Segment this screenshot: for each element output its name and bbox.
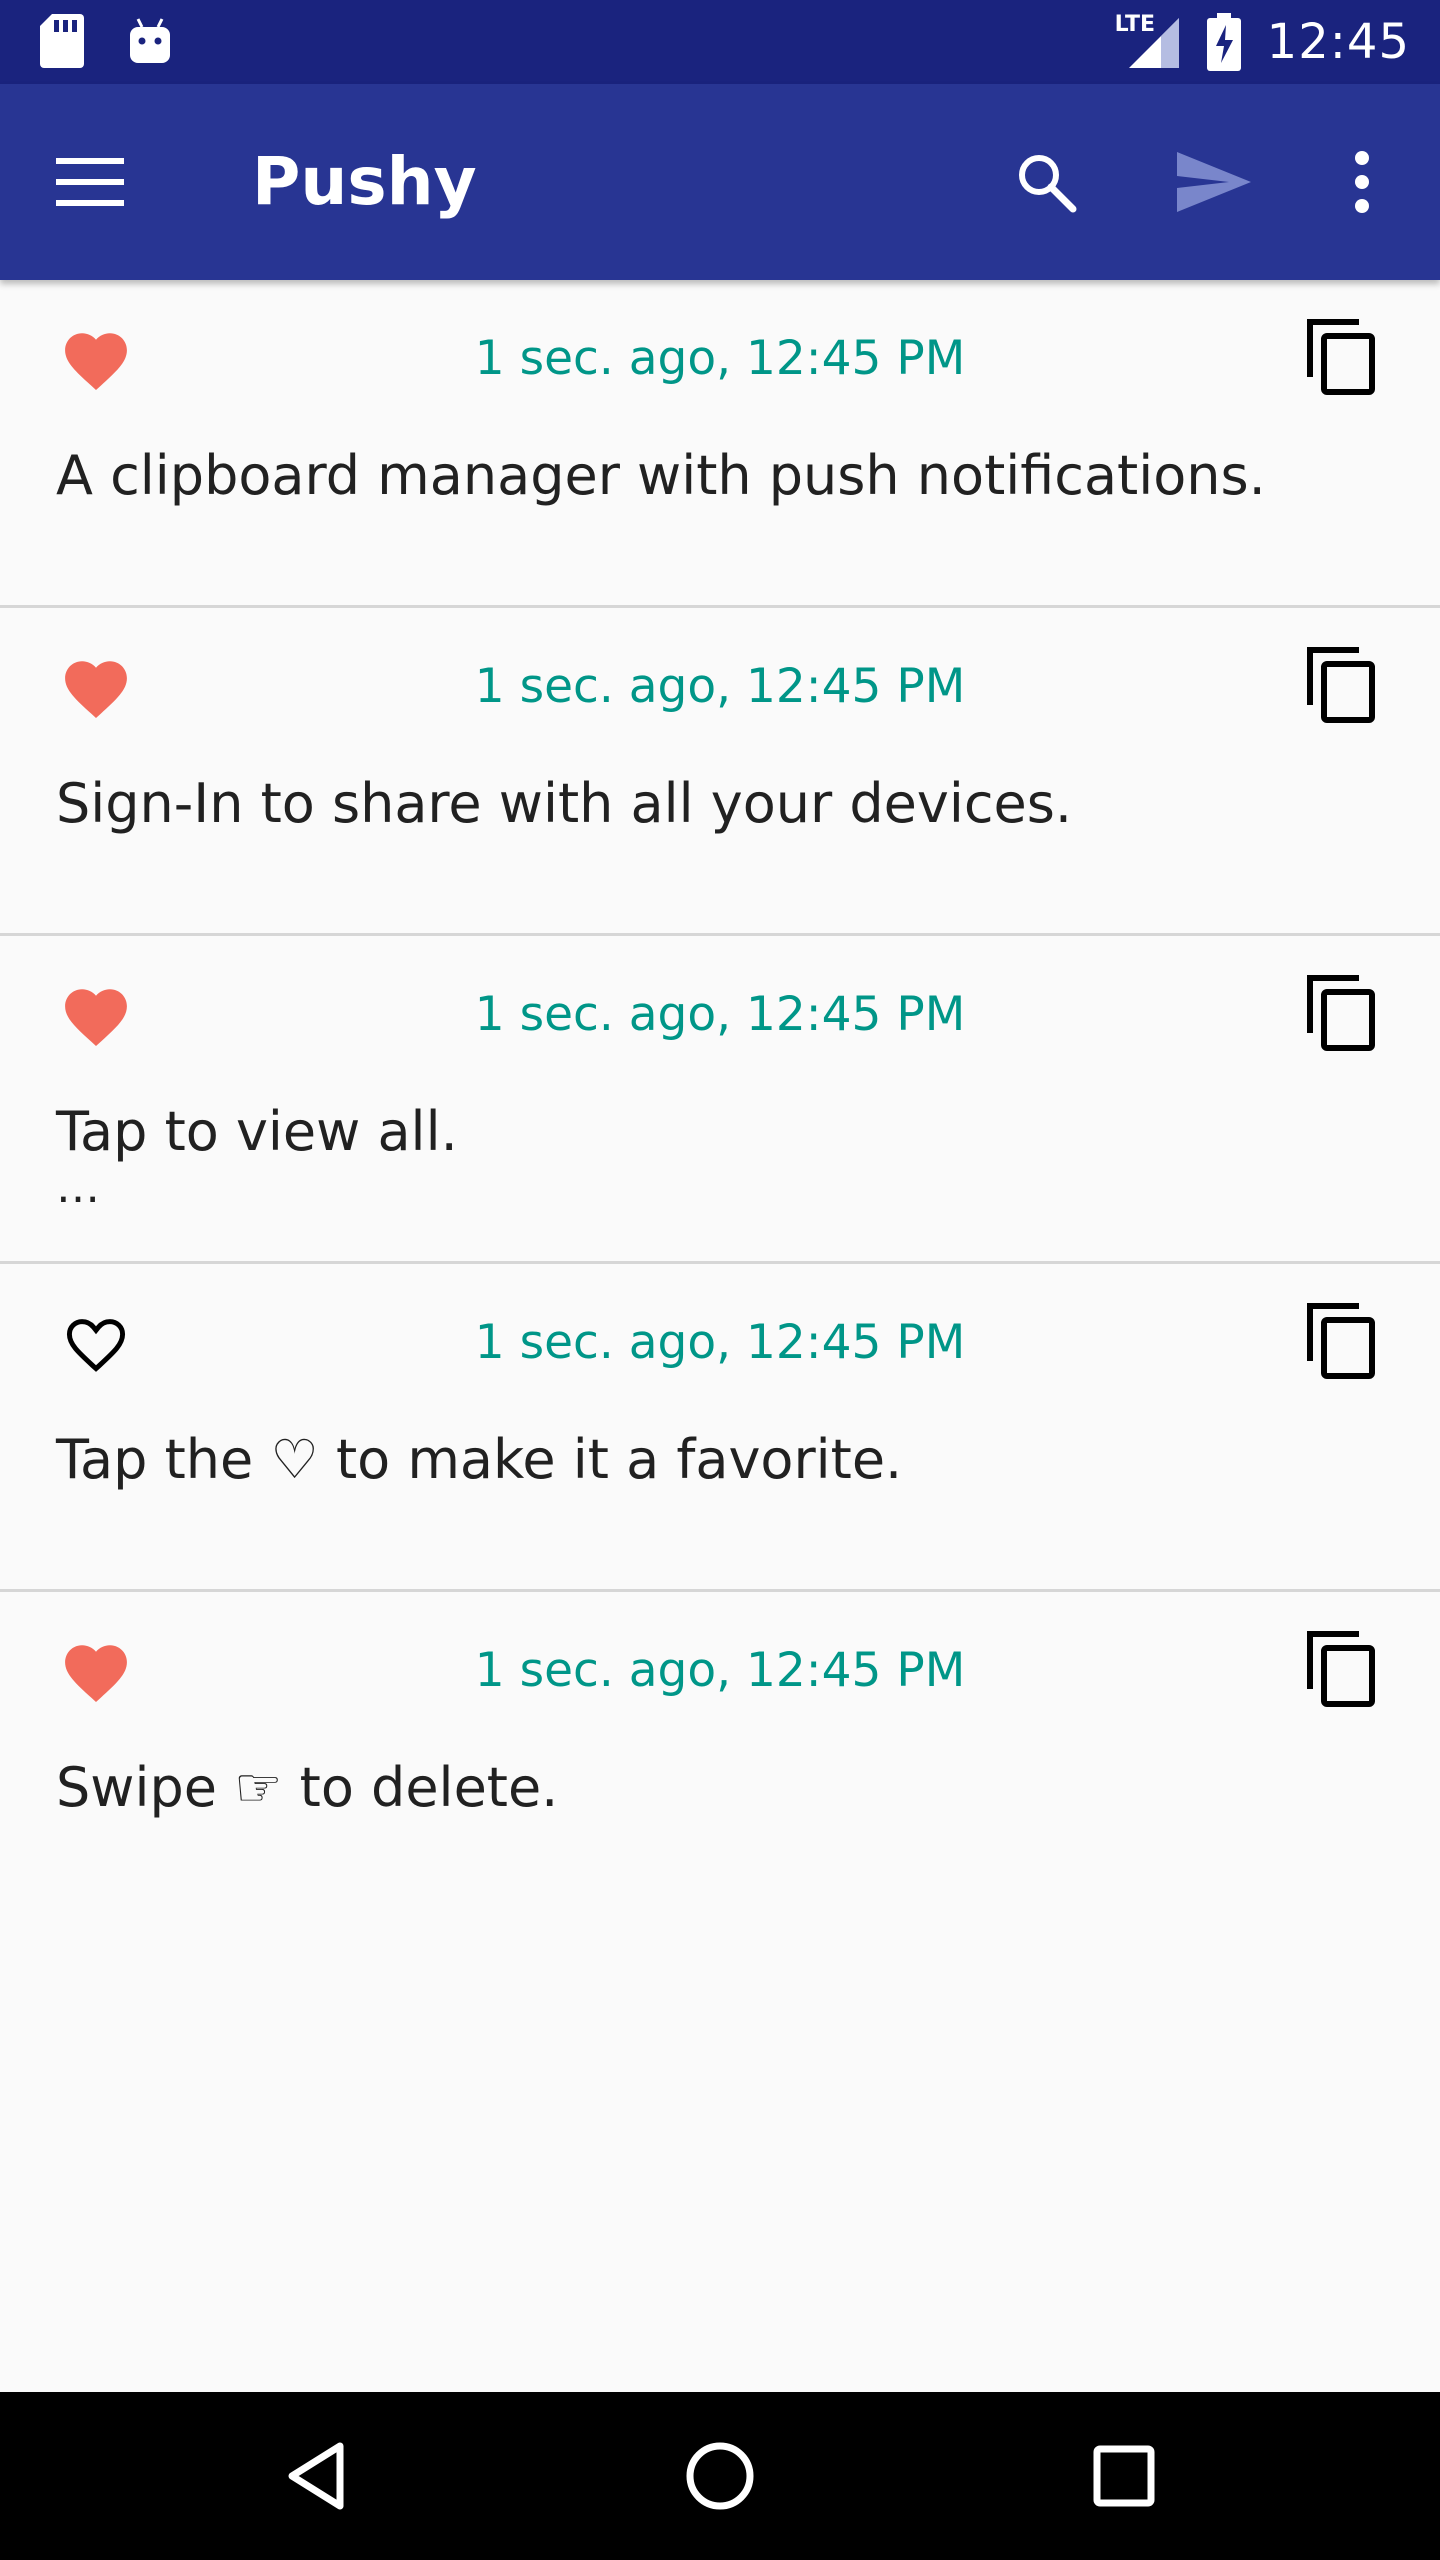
clip-card[interactable]: 1 sec. ago, 12:45 PM Swipe ☞ to delete.: [0, 1592, 1440, 1920]
android-icon: [128, 17, 172, 65]
more-options-button[interactable]: [1320, 140, 1404, 224]
clip-ellipsis: …: [56, 1162, 100, 1213]
clip-timestamp: 1 sec. ago, 12:45 PM: [474, 1315, 966, 1370]
sd-card-icon: [40, 14, 84, 68]
clip-text-body: Tap to view all.: [56, 1100, 458, 1163]
home-button[interactable]: [668, 2424, 772, 2528]
clip-text: A clipboard manager with push notificati…: [56, 440, 1356, 512]
copy-icon: [1304, 972, 1376, 1052]
back-button[interactable]: [264, 2424, 368, 2528]
status-clock: 12:45: [1266, 14, 1410, 70]
signal-icon: LTE: [1115, 12, 1181, 70]
back-icon: [284, 2440, 348, 2512]
clip-text-body: A clipboard manager with push notificati…: [56, 444, 1266, 507]
clip-text: Swipe ☞ to delete.: [56, 1752, 1356, 1824]
clip-card[interactable]: 1 sec. ago, 12:45 PM Sign-In to share wi…: [0, 608, 1440, 936]
clip-timestamp: 1 sec. ago, 12:45 PM: [474, 331, 966, 386]
recents-button[interactable]: [1072, 2424, 1176, 2528]
clip-text-body: Swipe ☞ to delete.: [56, 1756, 559, 1819]
send-icon: [1175, 150, 1253, 214]
copy-icon: [1304, 316, 1376, 396]
battery-charging-icon: [1206, 13, 1241, 71]
copy-button[interactable]: [1296, 312, 1384, 400]
clip-card[interactable]: 1 sec. ago, 12:45 PM Tap to view all. …: [0, 936, 1440, 1264]
menu-button[interactable]: [48, 140, 132, 224]
search-button[interactable]: [1004, 140, 1088, 224]
clip-timestamp: 1 sec. ago, 12:45 PM: [474, 987, 966, 1042]
app-bar: Pushy: [0, 84, 1440, 280]
send-button[interactable]: [1172, 140, 1256, 224]
clip-list: 1 sec. ago, 12:45 PM A clipboard manager…: [0, 280, 1440, 1920]
copy-button[interactable]: [1296, 968, 1384, 1056]
search-icon: [1014, 150, 1078, 214]
status-bar: LTE 12:45: [0, 0, 1440, 84]
clip-text: Sign-In to share with all your devices.: [56, 768, 1356, 840]
copy-icon: [1304, 1300, 1376, 1380]
menu-icon: [56, 156, 124, 208]
copy-button[interactable]: [1296, 1296, 1384, 1384]
clip-timestamp: 1 sec. ago, 12:45 PM: [474, 1643, 966, 1698]
clip-text: Tap to view all. …: [56, 1096, 1356, 1213]
clip-card[interactable]: 1 sec. ago, 12:45 PM Tap the ♡ to make i…: [0, 1264, 1440, 1592]
clip-timestamp: 1 sec. ago, 12:45 PM: [474, 659, 966, 714]
home-icon: [684, 2440, 756, 2512]
copy-icon: [1304, 644, 1376, 724]
network-label: LTE: [1114, 12, 1156, 37]
navigation-bar: [0, 2392, 1440, 2560]
clip-text-body: Tap the ♡ to make it a favorite.: [56, 1428, 903, 1491]
copy-icon: [1304, 1628, 1376, 1708]
clip-text: Tap the ♡ to make it a favorite.: [56, 1424, 1356, 1496]
copy-button[interactable]: [1296, 640, 1384, 728]
app-title: Pushy: [252, 143, 477, 220]
clip-card[interactable]: 1 sec. ago, 12:45 PM A clipboard manager…: [0, 280, 1440, 608]
copy-button[interactable]: [1296, 1624, 1384, 1712]
more-vert-icon: [1352, 150, 1372, 214]
clip-text-body: Sign-In to share with all your devices.: [56, 772, 1073, 835]
recents-icon: [1092, 2444, 1156, 2508]
